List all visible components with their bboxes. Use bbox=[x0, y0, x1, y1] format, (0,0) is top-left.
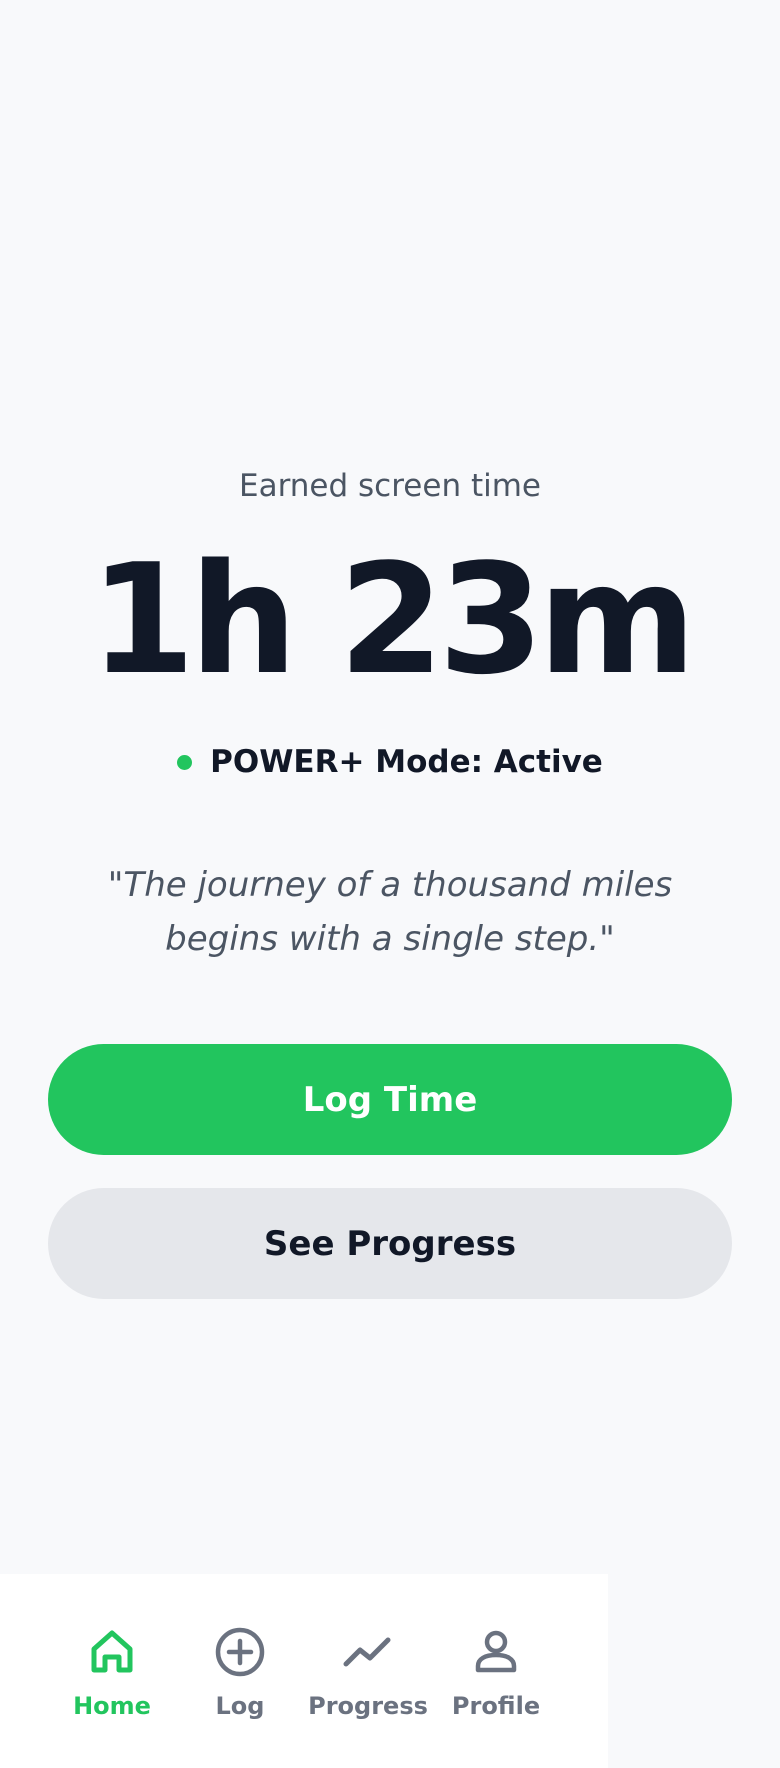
earned-time-value: 1h 23m bbox=[89, 531, 697, 708]
status-dot-icon bbox=[177, 754, 193, 770]
motivational-quote: "The journey of a thousand miles begins … bbox=[107, 865, 673, 959]
home-screen: Earned screen time 1h 23m POWER+ Mode: A… bbox=[0, 0, 780, 1768]
home-icon bbox=[91, 1630, 133, 1673]
bottom-tab-bar: Home Log Progress Profile bbox=[0, 1574, 608, 1768]
mode-status-text: POWER+ Mode: Active bbox=[210, 744, 603, 780]
tab-log[interactable]: Log bbox=[176, 1574, 304, 1768]
tab-progress-label: Progress bbox=[308, 1692, 428, 1720]
earned-time-label: Earned screen time bbox=[239, 468, 541, 504]
trend-line-icon bbox=[343, 1637, 391, 1667]
mode-status: POWER+ Mode: Active bbox=[0, 744, 780, 780]
tab-log-label: Log bbox=[215, 1692, 265, 1720]
tab-progress[interactable]: Progress bbox=[304, 1574, 432, 1768]
tab-home[interactable]: Home bbox=[48, 1574, 176, 1768]
see-progress-button[interactable]: See Progress bbox=[48, 1188, 732, 1299]
tab-profile[interactable]: Profile bbox=[432, 1574, 560, 1768]
tab-profile-label: Profile bbox=[451, 1692, 541, 1720]
person-icon bbox=[475, 1630, 517, 1673]
log-time-button[interactable]: Log Time bbox=[48, 1044, 732, 1155]
plus-circle-icon bbox=[215, 1627, 265, 1677]
tab-home-label: Home bbox=[73, 1692, 151, 1720]
